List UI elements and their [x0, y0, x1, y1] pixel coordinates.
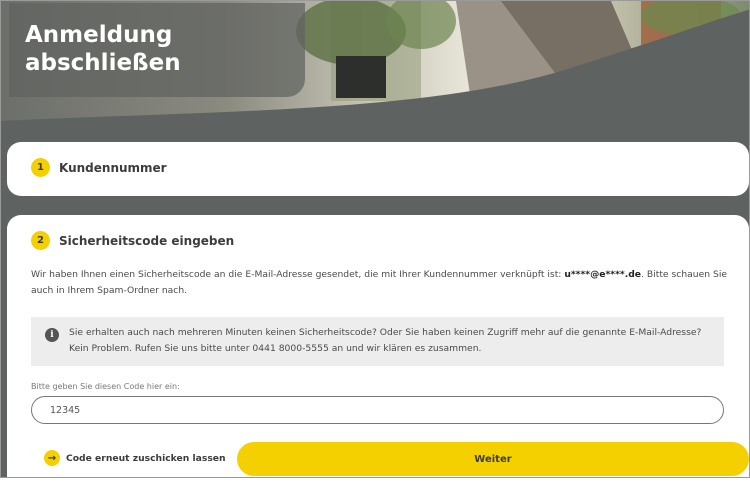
- page-frame: Anmeldung abschließen 1 Kundennummer 2 S…: [0, 0, 750, 478]
- code-sent-description: Wir haben Ihnen einen Sicherheitscode an…: [31, 267, 731, 299]
- resend-code-link[interactable]: → Code erneut zuschicken lassen: [44, 450, 226, 466]
- hero-banner: Anmeldung abschließen: [1, 1, 749, 131]
- page-title: Anmeldung abschließen: [25, 22, 181, 76]
- step-kundennummer-card[interactable]: 1 Kundennummer: [7, 142, 749, 196]
- description-text-start: Wir haben Ihnen einen Sicherheitscode an…: [31, 269, 565, 280]
- step-sicherheitscode-card: 2 Sicherheitscode eingeben Wir haben Ihn…: [7, 215, 749, 477]
- step-2-badge: 2: [31, 231, 50, 250]
- weiter-button[interactable]: Weiter: [237, 442, 749, 476]
- step-1-label: Kundennummer: [59, 160, 167, 175]
- info-text: Sie erhalten auch nach mehreren Minuten …: [69, 327, 702, 354]
- arrow-right-icon: →: [44, 450, 60, 466]
- step-2-label: Sicherheitscode eingeben: [59, 233, 235, 248]
- masked-email: u****@e****.de: [564, 269, 642, 280]
- step-2-header: 2 Sicherheitscode eingeben: [31, 231, 234, 250]
- page-bottom: [0, 478, 750, 500]
- step-1-badge: 1: [31, 158, 50, 177]
- info-box: i Sie erhalten auch nach mehreren Minute…: [31, 317, 724, 366]
- resend-code-label: Code erneut zuschicken lassen: [66, 452, 226, 464]
- step-1-header[interactable]: 1 Kundennummer: [31, 158, 167, 177]
- security-code-input[interactable]: [31, 396, 724, 424]
- info-icon: i: [45, 328, 59, 342]
- code-input-label: Bitte geben Sie diesen Code hier ein:: [31, 382, 180, 391]
